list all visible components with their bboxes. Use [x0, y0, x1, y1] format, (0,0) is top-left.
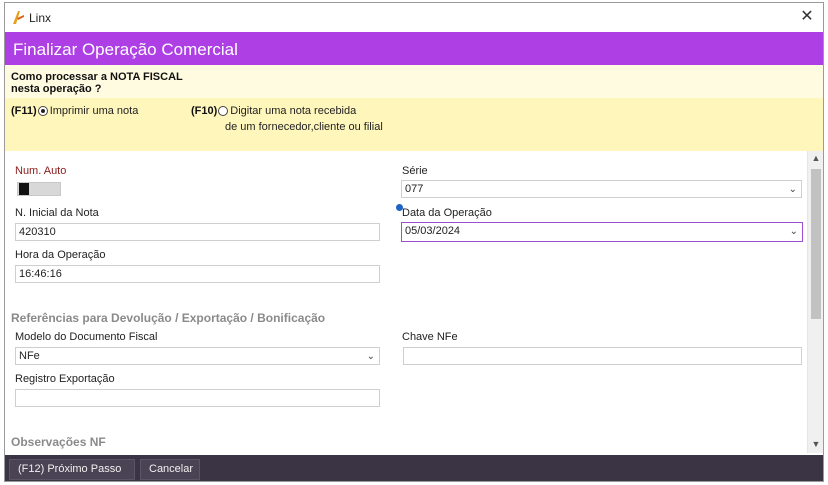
- chevron-down-icon: ⌄: [788, 184, 797, 195]
- n-inicial-label: N. Inicial da Nota: [15, 207, 99, 219]
- question-line-1: Como processar a NOTA FISCAL: [11, 71, 183, 83]
- chave-nfe-label: Chave NFe: [402, 331, 458, 343]
- hora-operacao-label: Hora da Operação: [15, 249, 106, 261]
- chevron-down-icon: ⌄: [789, 226, 798, 237]
- scrollbar-thumb[interactable]: [811, 169, 821, 319]
- serie-select[interactable]: 077 ⌄: [401, 180, 802, 198]
- option-print-label: Imprimir uma nota: [49, 105, 139, 117]
- option-type-label-1: Digitar uma nota recebida: [230, 105, 357, 117]
- form-area: Num. Auto Série 077 ⌄ N. Inicial da Nota…: [5, 151, 823, 453]
- question-header: Como processar a NOTA FISCAL nesta opera…: [5, 65, 823, 98]
- data-operacao-select[interactable]: 05/03/2024 ⌄: [401, 222, 803, 242]
- section-referencias-title: Referências para Devolução / Exportação …: [11, 311, 326, 325]
- modelo-select[interactable]: NFe ⌄: [15, 347, 380, 365]
- n-inicial-input[interactable]: 420310: [15, 223, 380, 241]
- dialog-header: Finalizar Operação Comercial: [5, 32, 823, 65]
- modelo-label: Modelo do Documento Fiscal: [15, 331, 158, 343]
- next-step-button[interactable]: (F12) Próximo Passo: [9, 459, 135, 480]
- scroll-down-icon[interactable]: ▼: [808, 439, 823, 451]
- option-type-label-2: de um fornecedor,cliente ou filial: [225, 121, 383, 133]
- option-type-received-note[interactable]: (F10) Digitar uma nota recebida de um for…: [191, 105, 383, 133]
- serie-label: Série: [402, 165, 428, 177]
- question-line-2: nesta operação ?: [11, 83, 102, 95]
- option-print-note[interactable]: (F11) Imprimir uma nota: [11, 105, 138, 117]
- nf-processing-question: Como processar a NOTA FISCAL nesta opera…: [5, 65, 823, 151]
- form-scrollbar[interactable]: ▲ ▼: [807, 151, 823, 453]
- cancel-button[interactable]: Cancelar: [140, 459, 200, 480]
- scroll-up-icon[interactable]: ▲: [808, 153, 823, 165]
- data-operacao-value: 05/03/2024: [405, 225, 461, 237]
- chevron-down-icon: ⌄: [366, 351, 375, 362]
- radio-type-received-note[interactable]: [218, 106, 229, 116]
- dialog-window: Linx ✕ Finalizar Operação Comercial Como…: [4, 2, 824, 482]
- section-observacoes-title: Observações NF: [11, 435, 106, 449]
- page-title: Finalizar Operação Comercial: [13, 40, 238, 59]
- question-text: Como processar a NOTA FISCAL nesta opera…: [11, 71, 183, 95]
- hora-operacao-input[interactable]: 16:46:16: [15, 265, 380, 283]
- window-title: Linx: [29, 11, 52, 25]
- registro-exportacao-input[interactable]: [15, 389, 380, 407]
- option-print-key: (F11): [11, 105, 37, 117]
- title-bar: Linx ✕: [5, 3, 823, 31]
- dialog-footer: (F12) Próximo Passo Cancelar: [5, 455, 823, 481]
- data-operacao-label: Data da Operação: [402, 207, 492, 219]
- info-icon: [396, 204, 403, 211]
- modelo-value: NFe: [19, 350, 40, 362]
- registro-exportacao-label: Registro Exportação: [15, 373, 115, 385]
- num-auto-toggle[interactable]: [17, 182, 61, 196]
- serie-value: 077: [405, 183, 424, 195]
- close-icon[interactable]: ✕: [797, 7, 817, 27]
- n-inicial-value: 420310: [19, 226, 56, 238]
- num-auto-label: Num. Auto: [15, 165, 67, 177]
- chave-nfe-input[interactable]: [403, 347, 802, 365]
- hora-operacao-value: 16:46:16: [19, 268, 62, 280]
- option-type-key: (F10): [191, 105, 218, 117]
- linx-logo-icon: [13, 11, 24, 24]
- toggle-knob: [19, 183, 29, 195]
- radio-print-note[interactable]: [37, 106, 48, 116]
